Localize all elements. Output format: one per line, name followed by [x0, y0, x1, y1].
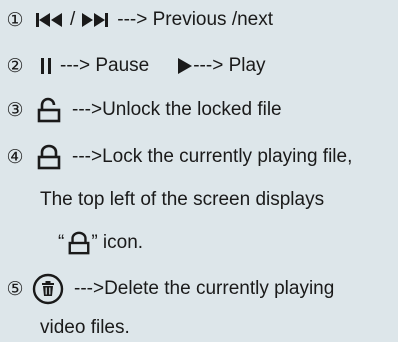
item-number-4: ④: [6, 146, 24, 168]
play-icon: [177, 57, 193, 75]
instruction-item-4-line-3: “ ” icon.: [58, 228, 143, 258]
lock-icon: [36, 144, 62, 170]
item-4-text: --->Lock the currently playing file,: [72, 146, 353, 167]
item-2-pause-text: ---> Pause: [60, 55, 150, 76]
item-number-3: ③: [6, 99, 24, 121]
instruction-item-1: ① / ---> Previous /next: [4, 6, 273, 34]
item-number-1: ①: [6, 9, 24, 31]
previous-icon: [36, 12, 64, 28]
instruction-item-4: ④ --->Lock the currently playing file,: [4, 142, 352, 172]
instruction-item-5-line-2: video files.: [40, 316, 130, 340]
instruction-item-4-line-2: The top left of the screen displays: [40, 186, 324, 214]
trash-icon: [32, 273, 64, 305]
instruction-item-2: ② ---> Pause ---> Play: [4, 52, 266, 80]
item-number-5: ⑤: [6, 278, 24, 300]
item-4-close-quote: ” icon.: [91, 232, 144, 253]
separator-slash: /: [70, 9, 76, 30]
item-4-open-quote: “: [58, 232, 65, 253]
instruction-item-3: ③ --->Unlock the locked file: [4, 95, 282, 125]
lock-icon-inline: [67, 231, 91, 255]
item-4-line-2: The top left of the screen displays: [40, 189, 325, 210]
next-icon: [81, 12, 109, 28]
item-5-text: --->Delete the currently playing: [74, 278, 335, 299]
item-1-text: ---> Previous /next: [117, 9, 274, 30]
instruction-item-5: ⑤ --->Delete the currently playing: [4, 272, 334, 306]
unlock-icon: [36, 97, 62, 123]
pause-icon: [40, 57, 52, 75]
item-number-2: ②: [6, 55, 24, 77]
item-3-text: --->Unlock the locked file: [72, 99, 282, 120]
item-2-play-text: ---> Play: [193, 55, 266, 76]
item-5-line-2: video files.: [40, 317, 130, 338]
